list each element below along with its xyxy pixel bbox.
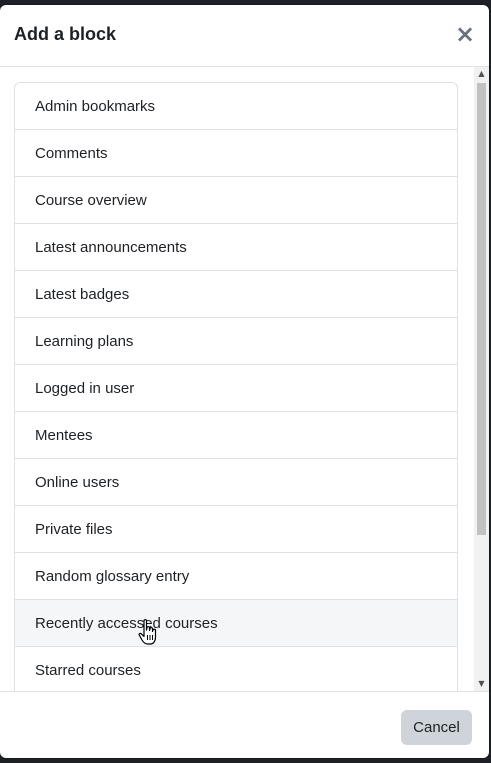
- block-item-recently-accessed-courses[interactable]: Recently accessed courses: [15, 600, 457, 647]
- block-item-learning-plans[interactable]: Learning plans: [15, 318, 457, 365]
- block-item-comments[interactable]: Comments: [15, 130, 457, 177]
- block-item-latest-announcements[interactable]: Latest announcements: [15, 224, 457, 271]
- modal-footer: Cancel: [0, 691, 489, 758]
- block-item-starred-courses[interactable]: Starred courses: [15, 647, 457, 691]
- scrollbar-thumb[interactable]: [477, 83, 486, 535]
- modal-body: Admin bookmarks Comments Course overview…: [0, 67, 489, 691]
- scrollbar[interactable]: ▲ ▼: [474, 67, 489, 691]
- scroll-up-arrow-icon[interactable]: ▲: [474, 67, 489, 81]
- block-item-private-files[interactable]: Private files: [15, 506, 457, 553]
- block-item-online-users[interactable]: Online users: [15, 459, 457, 506]
- block-item-admin-bookmarks[interactable]: Admin bookmarks: [15, 83, 457, 130]
- add-block-modal: Add a block × Admin bookmarks Comments C…: [0, 5, 489, 758]
- block-item-course-overview[interactable]: Course overview: [15, 177, 457, 224]
- block-list: Admin bookmarks Comments Course overview…: [14, 82, 458, 691]
- block-item-mentees[interactable]: Mentees: [15, 412, 457, 459]
- hand-pointer-icon: [138, 619, 157, 645]
- modal-header: Add a block ×: [0, 5, 489, 67]
- scroll-down-arrow-icon[interactable]: ▼: [474, 677, 489, 691]
- block-item-random-glossary-entry[interactable]: Random glossary entry: [15, 553, 457, 600]
- block-item-logged-in-user[interactable]: Logged in user: [15, 365, 457, 412]
- block-item-latest-badges[interactable]: Latest badges: [15, 271, 457, 318]
- close-icon[interactable]: ×: [455, 22, 475, 46]
- cancel-button[interactable]: Cancel: [401, 710, 472, 745]
- modal-title: Add a block: [14, 24, 117, 44]
